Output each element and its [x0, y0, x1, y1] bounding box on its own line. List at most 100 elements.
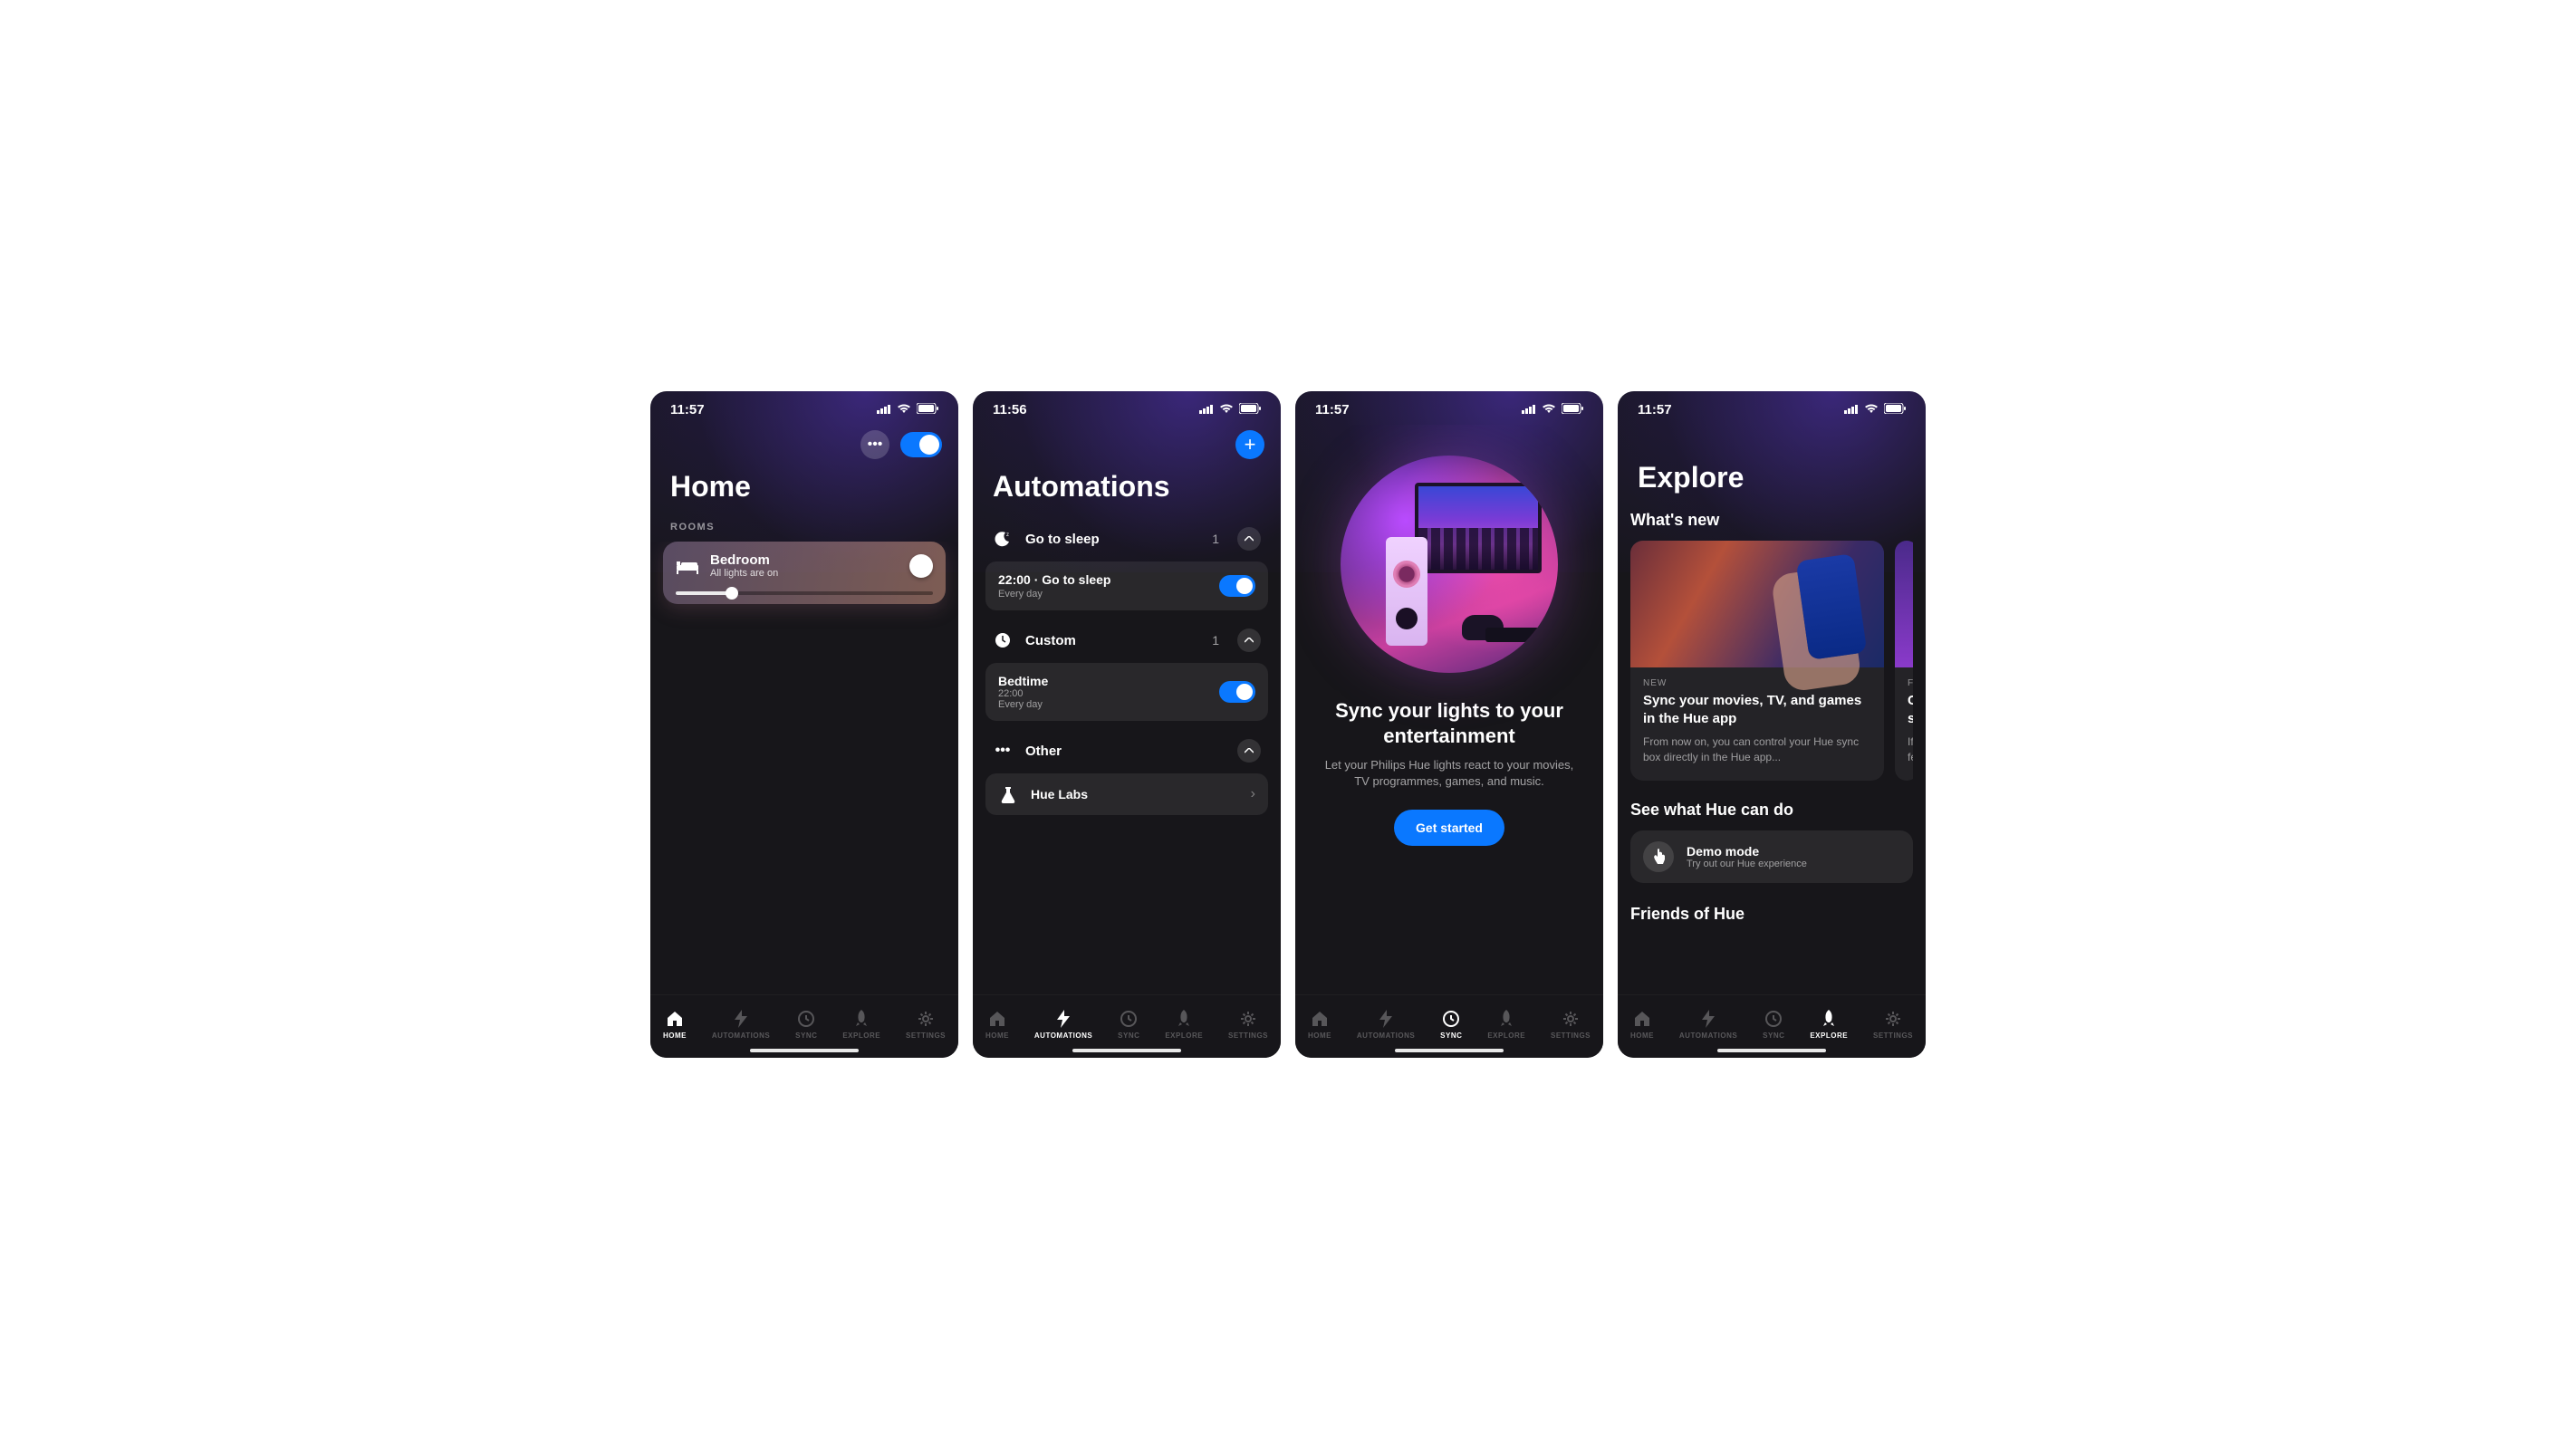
- tab-settings[interactable]: SETTINGS: [1551, 1009, 1591, 1040]
- status-bar: 11:56: [973, 391, 1281, 425]
- wifi-icon: [1542, 402, 1556, 417]
- room-status: All lights are on: [710, 568, 899, 579]
- battery-icon: [1562, 402, 1583, 417]
- group-custom[interactable]: Custom 1: [985, 618, 1268, 663]
- home-indicator: [1072, 1049, 1181, 1052]
- ellipsis-icon: •••: [868, 437, 883, 453]
- battery-icon: [1884, 402, 1906, 417]
- tab-home[interactable]: HOME: [985, 1009, 1009, 1040]
- wifi-icon: [1219, 402, 1234, 417]
- signal-icon: [1199, 402, 1214, 417]
- news-card-peek[interactable]: FE C s If fe: [1895, 541, 1913, 781]
- status-icons: [1844, 402, 1906, 417]
- plus-icon: +: [1245, 433, 1256, 456]
- signal-icon: [1844, 402, 1859, 417]
- bed-icon: [676, 554, 699, 578]
- home-icon: [665, 1009, 685, 1029]
- chevron-up-icon[interactable]: [1237, 629, 1261, 652]
- automation-toggle[interactable]: [1219, 575, 1255, 597]
- wifi-icon: [897, 402, 911, 417]
- master-toggle[interactable]: [900, 432, 942, 457]
- add-automation-button[interactable]: +: [1235, 430, 1264, 459]
- tab-explore[interactable]: EXPLORE: [842, 1009, 880, 1040]
- tab-automations[interactable]: AUTOMATIONS: [712, 1009, 770, 1040]
- tab-explore[interactable]: EXPLORE: [1487, 1009, 1525, 1040]
- whats-new-carousel[interactable]: NEW Sync your movies, TV, and games in t…: [1630, 541, 1913, 781]
- page-title: Automations: [973, 470, 1281, 516]
- svg-text:z: z: [1006, 533, 1009, 538]
- moon-icon: z: [993, 529, 1013, 549]
- status-bar: 11:57: [1295, 391, 1603, 425]
- room-toggle[interactable]: [909, 554, 933, 578]
- rocket-icon: [1819, 1009, 1839, 1029]
- home-indicator: [1717, 1049, 1826, 1052]
- sync-illustration: [1341, 456, 1558, 673]
- gear-icon: [1883, 1009, 1903, 1029]
- bolt-icon: [731, 1009, 751, 1029]
- rooms-section-label: ROOMS: [650, 516, 958, 542]
- more-button[interactable]: •••: [860, 430, 889, 459]
- chevron-up-icon[interactable]: [1237, 527, 1261, 551]
- bolt-icon: [1376, 1009, 1396, 1029]
- tab-home[interactable]: HOME: [663, 1009, 687, 1040]
- home-icon: [1310, 1009, 1330, 1029]
- status-icons: [877, 402, 938, 417]
- group-other[interactable]: ••• Other: [985, 728, 1268, 773]
- rocket-icon: [851, 1009, 871, 1029]
- card-image: [1630, 541, 1884, 667]
- tab-home[interactable]: HOME: [1308, 1009, 1331, 1040]
- home-indicator: [1395, 1049, 1504, 1052]
- automation-toggle[interactable]: [1219, 681, 1255, 703]
- tap-icon: [1643, 841, 1674, 872]
- get-started-button[interactable]: Get started: [1394, 810, 1504, 846]
- status-icons: [1522, 402, 1583, 417]
- status-icons: [1199, 402, 1261, 417]
- tab-sync[interactable]: SYNC: [1440, 1009, 1462, 1040]
- tab-sync[interactable]: SYNC: [795, 1009, 817, 1040]
- demo-mode-row[interactable]: Demo mode Try out our Hue experience: [1630, 830, 1913, 883]
- battery-icon: [917, 402, 938, 417]
- tab-home[interactable]: HOME: [1630, 1009, 1654, 1040]
- news-card-sync[interactable]: NEW Sync your movies, TV, and games in t…: [1630, 541, 1884, 781]
- home-indicator: [750, 1049, 859, 1052]
- automation-item-huelabs[interactable]: Hue Labs ›: [985, 773, 1268, 815]
- screen-sync: 11:57 Sync your lights to your entertain…: [1295, 391, 1603, 1058]
- tab-settings[interactable]: SETTINGS: [1873, 1009, 1913, 1040]
- sync-icon: [1119, 1009, 1139, 1029]
- status-time: 11:56: [993, 402, 1027, 417]
- wifi-icon: [1864, 402, 1879, 417]
- section-whats-new: What's new: [1630, 507, 1913, 541]
- tab-explore[interactable]: EXPLORE: [1165, 1009, 1203, 1040]
- tab-automations[interactable]: AUTOMATIONS: [1679, 1009, 1737, 1040]
- tab-automations[interactable]: AUTOMATIONS: [1357, 1009, 1415, 1040]
- sync-icon: [1764, 1009, 1783, 1029]
- chevron-right-icon: ›: [1251, 786, 1255, 802]
- screen-explore: 11:57 Explore What's new NEW Sync your m…: [1618, 391, 1926, 1058]
- tab-sync[interactable]: SYNC: [1763, 1009, 1784, 1040]
- tab-settings[interactable]: SETTINGS: [906, 1009, 946, 1040]
- sync-headline: Sync your lights to your entertainment: [1295, 698, 1603, 757]
- chevron-up-icon[interactable]: [1237, 739, 1261, 763]
- automation-item-sleep[interactable]: 22:00 · Go to sleep Every day: [985, 561, 1268, 610]
- ellipsis-icon: •••: [993, 741, 1013, 761]
- room-name: Bedroom: [710, 552, 899, 568]
- flask-icon: [998, 784, 1018, 804]
- signal-icon: [1522, 402, 1536, 417]
- automation-item-bedtime[interactable]: Bedtime 22:00 Every day: [985, 663, 1268, 721]
- screen-home: 11:57 ••• Home ROOMS: [650, 391, 958, 1058]
- status-time: 11:57: [1638, 402, 1672, 417]
- tab-explore[interactable]: EXPLORE: [1810, 1009, 1848, 1040]
- page-title: Explore: [1618, 461, 1926, 507]
- page-title: Home: [650, 470, 958, 516]
- status-bar: 11:57: [650, 391, 958, 425]
- bolt-icon: [1053, 1009, 1073, 1029]
- sync-icon: [796, 1009, 816, 1029]
- tab-sync[interactable]: SYNC: [1118, 1009, 1139, 1040]
- home-icon: [987, 1009, 1007, 1029]
- brightness-slider[interactable]: [676, 591, 933, 595]
- tab-automations[interactable]: AUTOMATIONS: [1034, 1009, 1092, 1040]
- tab-settings[interactable]: SETTINGS: [1228, 1009, 1268, 1040]
- section-see-what: See what Hue can do: [1630, 797, 1913, 830]
- group-go-to-sleep[interactable]: z Go to sleep 1: [985, 516, 1268, 561]
- room-card-bedroom[interactable]: Bedroom All lights are on: [663, 542, 946, 604]
